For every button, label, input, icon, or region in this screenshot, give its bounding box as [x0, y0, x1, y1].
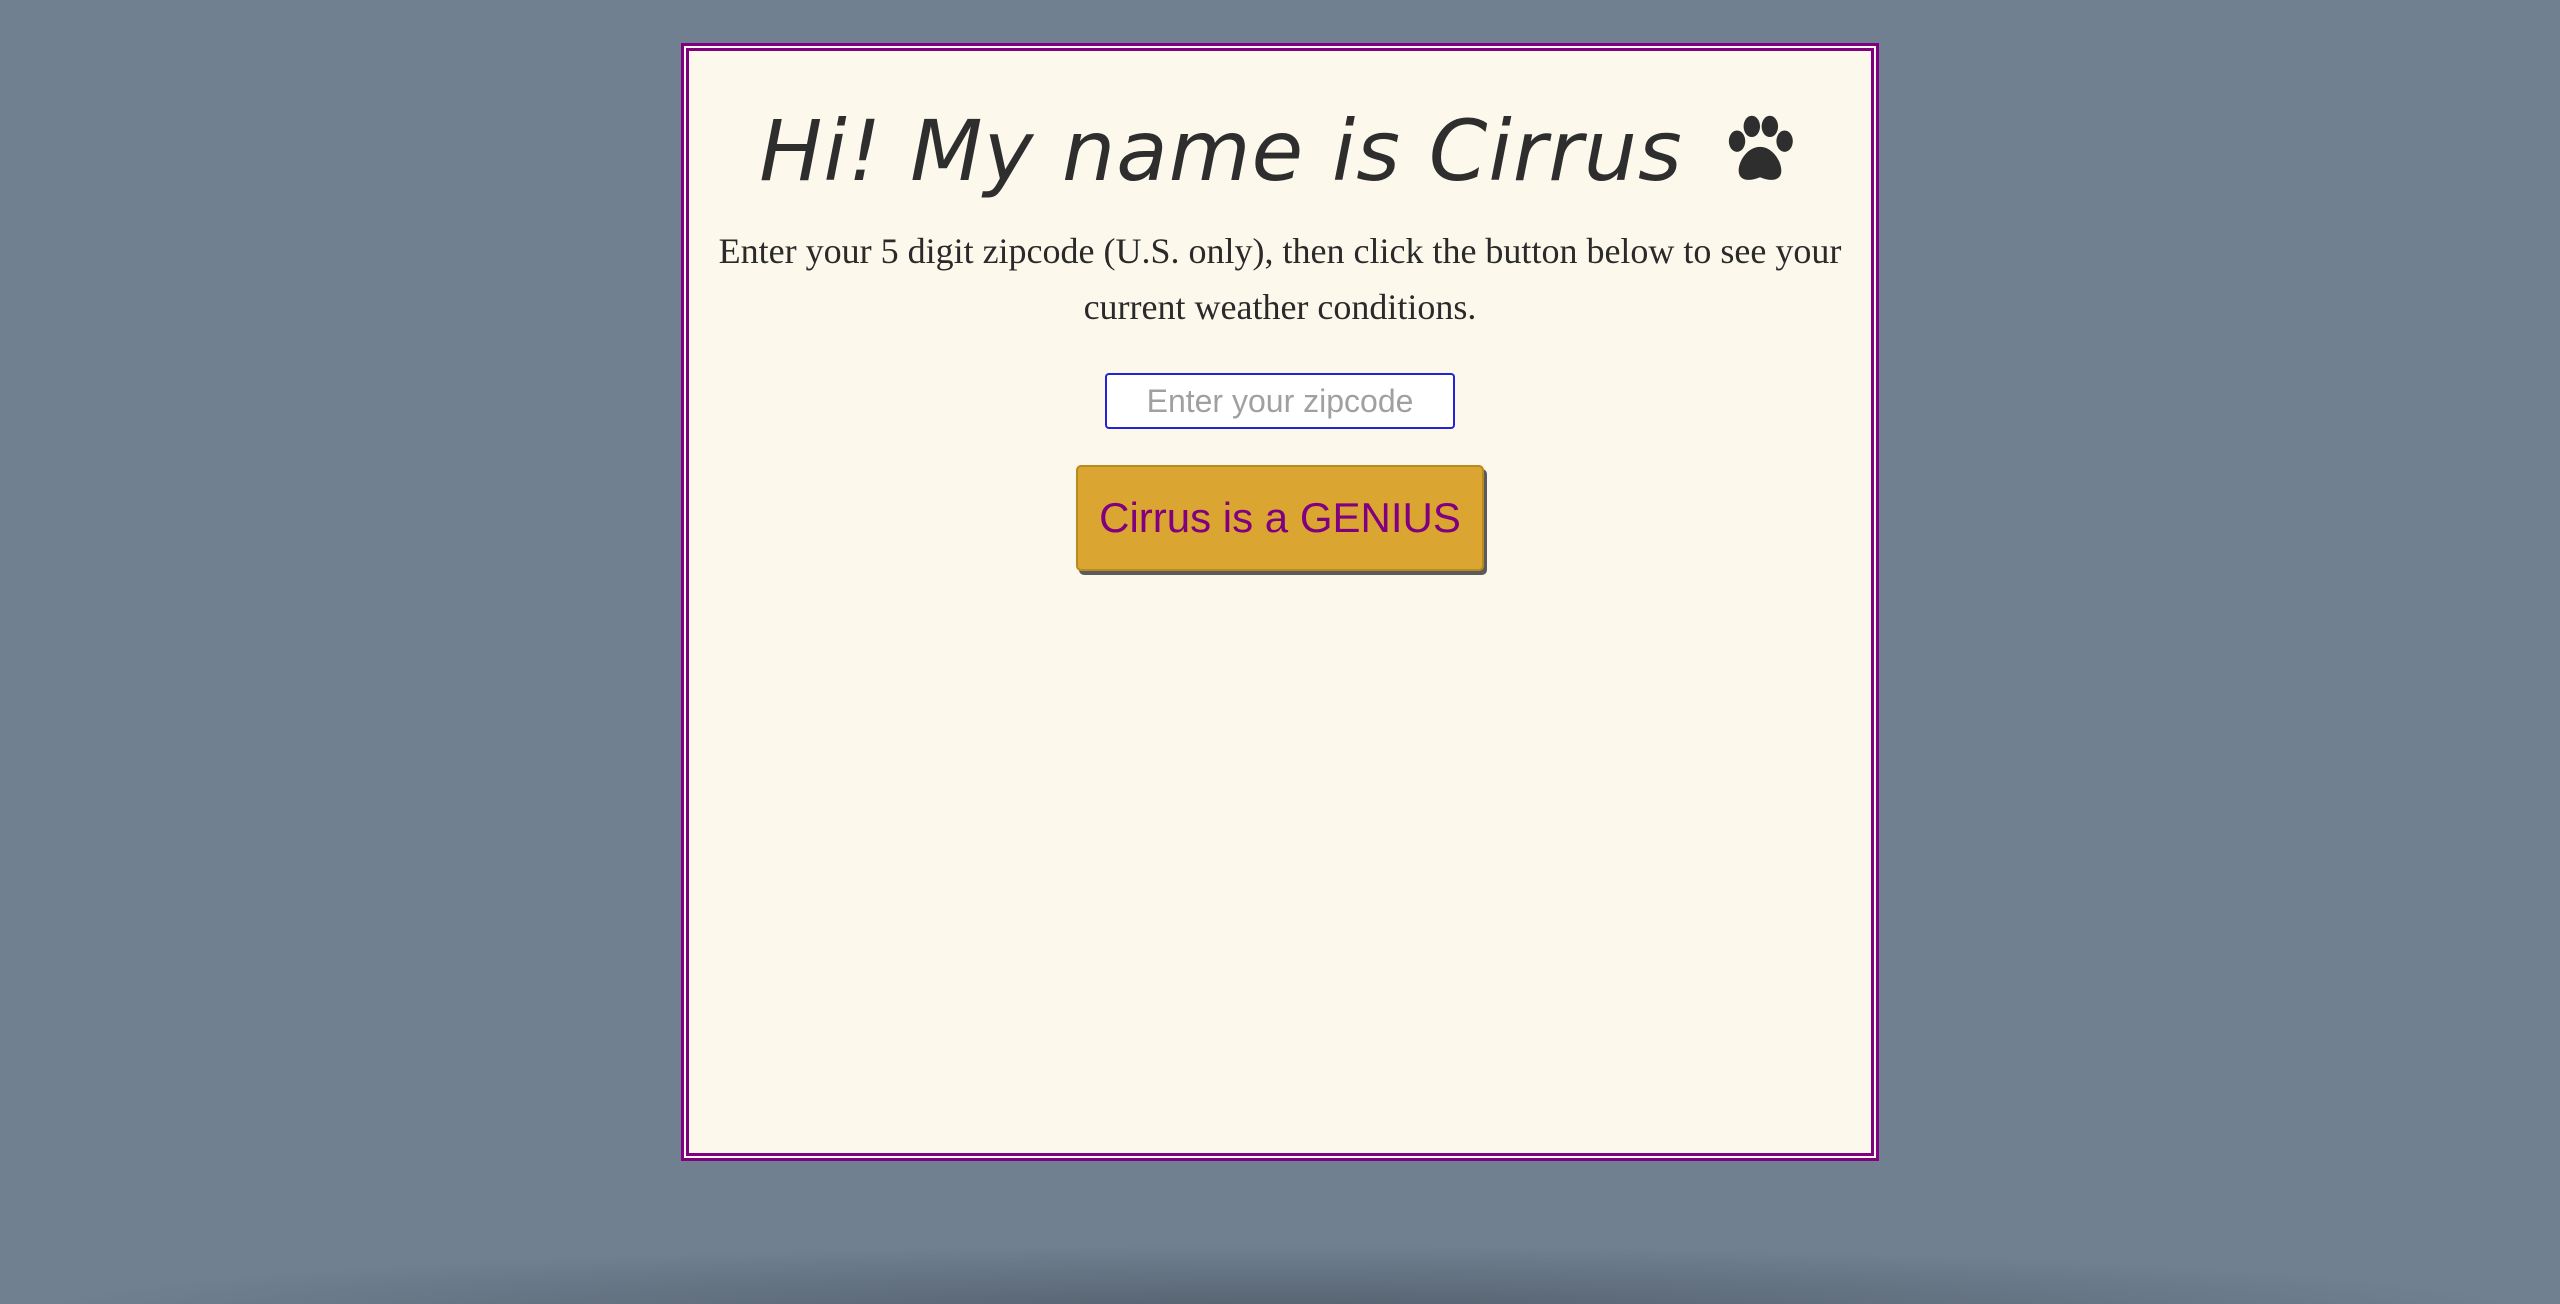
- weather-card: Hi! My name is Cirrus Enter your 5 digit…: [681, 43, 1879, 1161]
- page-bottom-shadow: [0, 1244, 2560, 1304]
- card-content: Hi! My name is Cirrus Enter your 5 digit…: [689, 51, 1871, 571]
- instructions-text: Enter your 5 digit zipcode (U.S. only), …: [718, 231, 1842, 327]
- get-weather-button[interactable]: Cirrus is a GENIUS: [1076, 465, 1484, 571]
- zipcode-input[interactable]: [1105, 373, 1455, 429]
- paw-icon: [1728, 115, 1793, 180]
- page-title-text: Hi! My name is Cirrus: [759, 102, 1683, 200]
- page-title: Hi! My name is Cirrus: [689, 51, 1871, 201]
